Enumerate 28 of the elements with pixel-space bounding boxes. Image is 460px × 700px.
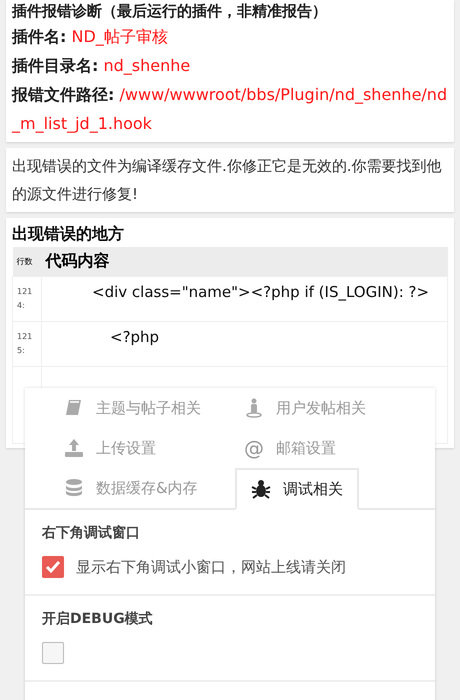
- upload-icon: [64, 438, 84, 458]
- settings-tab[interactable]: 上传设置: [55, 428, 165, 468]
- report-heading: 插件报错诊断（最后运行的插件，非精准报告）: [12, 1, 328, 22]
- checkbox[interactable]: [42, 642, 64, 664]
- checkbox[interactable]: [42, 556, 64, 578]
- report-field: 插件名: ND_帖子审核: [12, 22, 448, 51]
- settings-tab[interactable]: 调试相关: [235, 468, 359, 510]
- at-sign-icon: @: [244, 436, 264, 460]
- person-icon: [244, 398, 264, 418]
- setting-title: 开启DEBUG模式: [42, 610, 154, 628]
- column-header: 行数: [12, 247, 42, 276]
- line-number: 1215:: [12, 322, 42, 366]
- setting-title: 右下角调试窗口: [42, 524, 141, 542]
- settings-tab[interactable]: 用户发帖相关: [235, 388, 375, 428]
- database-icon: [64, 478, 84, 498]
- column-header: 代码内容: [42, 247, 448, 276]
- report-field: 插件目录名: nd_shenhe: [12, 51, 448, 80]
- notice-text: 出现错误的文件为编译缓存文件.你修正它是无效的.你需要找到他的源文件进行修复!: [6, 148, 454, 212]
- settings-tab[interactable]: @ 邮箱设置: [235, 428, 345, 468]
- section-title: 出现错误的地方: [12, 223, 125, 245]
- bug-icon: [251, 479, 271, 499]
- settings-tab[interactable]: 主题与帖子相关: [55, 388, 210, 428]
- book-icon: [64, 398, 84, 418]
- checkbox-label: 显示右下角调试小窗口，网站上线请关闭: [76, 558, 346, 576]
- line-number: 1214:: [12, 276, 42, 322]
- check-icon: [45, 559, 61, 575]
- settings-tab[interactable]: 数据缓存&内存: [55, 468, 207, 508]
- report-field: 报错文件路径: /www/wwwroot/bbs/Plugin/nd_shenhe/nd_m_list_jd_1.hook: [12, 80, 448, 138]
